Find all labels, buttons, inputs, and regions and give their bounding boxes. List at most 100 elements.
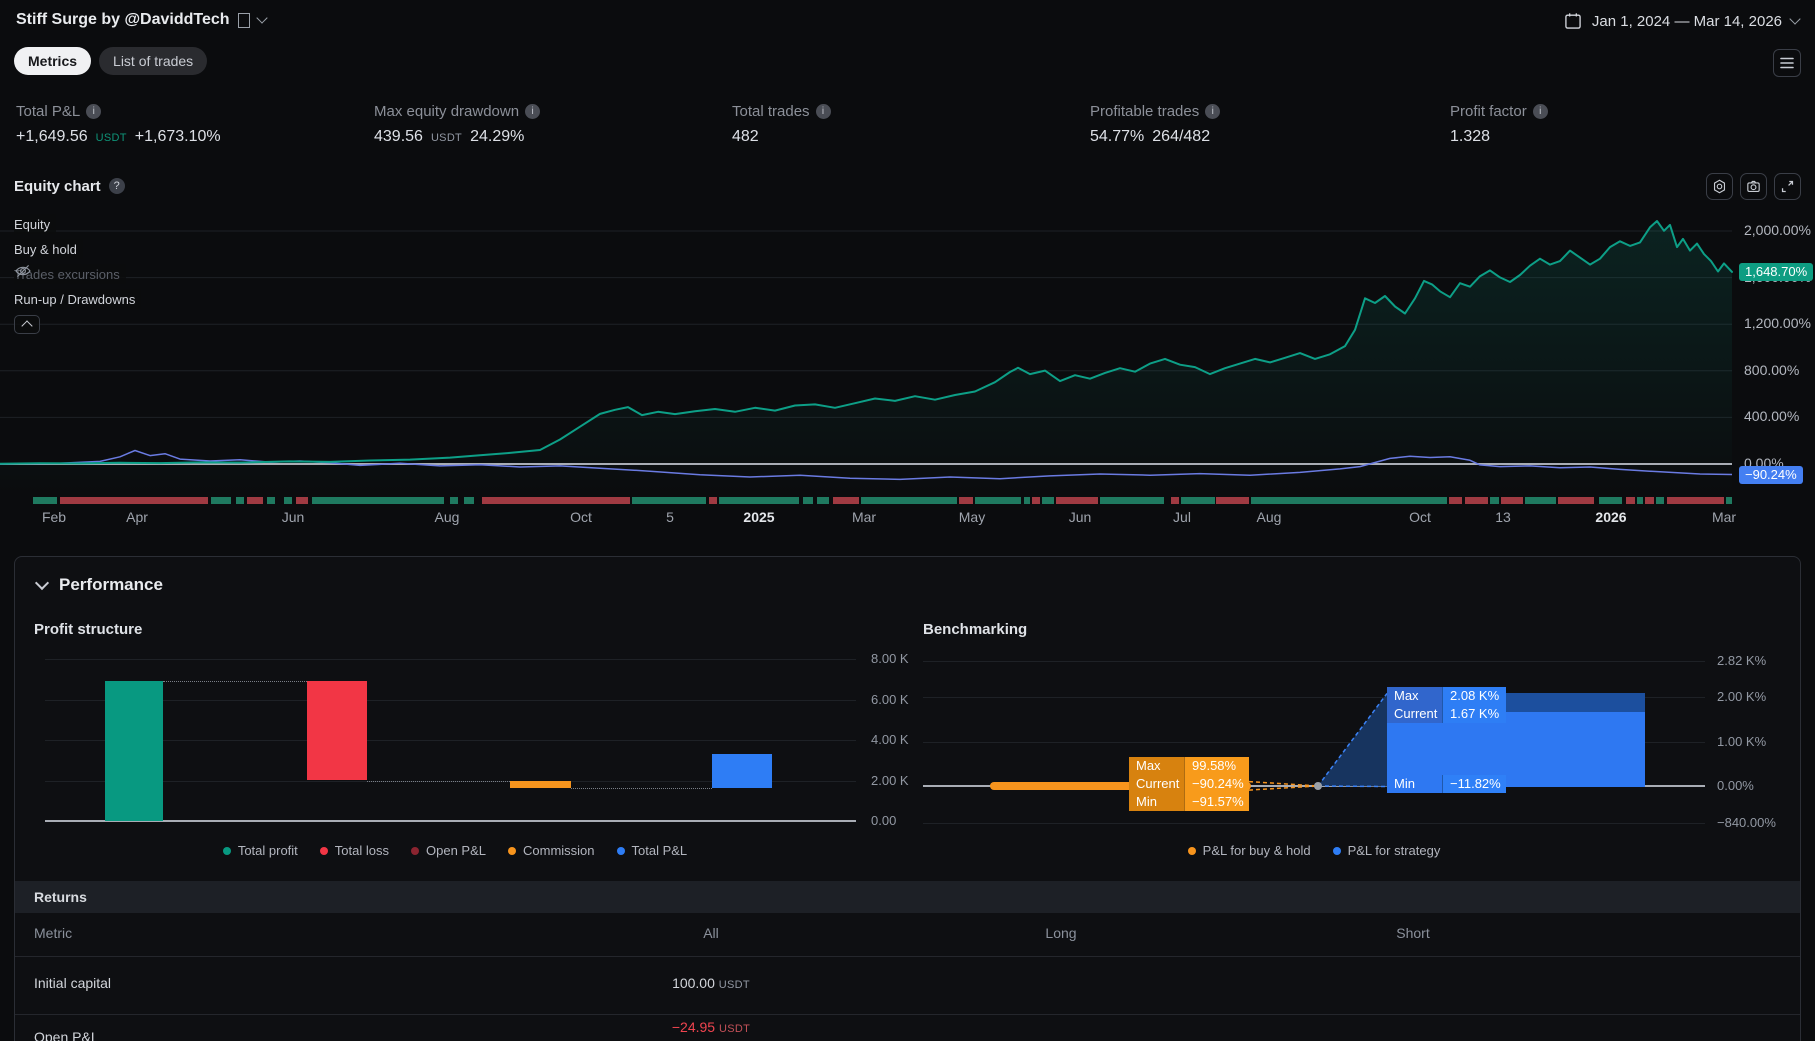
legend-dot <box>1333 847 1341 855</box>
metric-label: Profit factor i <box>1450 103 1548 120</box>
chevron-down-icon <box>256 12 267 23</box>
metric-value-extra: +1,673.10% <box>135 128 221 146</box>
legend-item: Total P&L <box>617 843 688 858</box>
waterfall-connector <box>163 681 307 682</box>
strip-segment-loss <box>1645 497 1654 504</box>
profit-axis-label: 0.00 <box>871 813 896 828</box>
legend-item: Open P&L <box>411 843 486 858</box>
legend-label: P&L for buy & hold <box>1203 843 1311 858</box>
strip-segment-loss <box>709 497 717 504</box>
value-unit: USDT <box>719 1023 750 1035</box>
profit-axis-label: 2.00 K <box>871 773 909 788</box>
waterfall-bar-total-p-l <box>712 754 772 787</box>
x-axis-label: Aug <box>435 509 460 525</box>
metric-label-text: Max equity drawdown <box>374 103 519 120</box>
metric-profit-factor: Profit factori1.328 <box>1450 103 1548 146</box>
legend-dot <box>411 847 419 855</box>
column-header-long: Long <box>1045 925 1076 941</box>
strip-segment-win <box>719 497 799 504</box>
strip-segment-loss <box>247 497 263 504</box>
legend-item-equity[interactable]: Equity <box>14 214 56 234</box>
bench-buyhold-row-value: 99.58% <box>1184 757 1249 775</box>
equity-chart-canvas <box>0 185 1815 537</box>
strip-segment-win <box>464 497 474 504</box>
strip-segment-win <box>1100 497 1164 504</box>
bench-axis-label: 1.00 K% <box>1717 734 1766 749</box>
info-icon[interactable]: i <box>1533 104 1548 119</box>
bench-axis-label: 0.00% <box>1717 778 1754 793</box>
waterfall-connector <box>367 781 510 782</box>
legend-item-buy-hold[interactable]: Buy & hold <box>14 239 83 259</box>
performance-card: Performance Profit structure Benchmarkin… <box>14 556 1801 1041</box>
view-tabs: Metrics List of trades <box>14 47 207 75</box>
value: 100.00 <box>672 975 719 991</box>
tab-list-of-trades[interactable]: List of trades <box>99 47 207 75</box>
info-icon[interactable]: i <box>86 104 101 119</box>
legend-item: Total profit <box>223 843 298 858</box>
legend-dot <box>320 847 328 855</box>
strip-segment-loss <box>1501 497 1523 504</box>
layout-menu-button[interactable] <box>1773 49 1801 77</box>
x-axis-label: 5 <box>666 509 674 525</box>
benchmarking-title: Benchmarking <box>923 621 1027 638</box>
strip-segment-win <box>1637 497 1643 504</box>
performance-title: Performance <box>59 575 163 595</box>
calendar-icon <box>1563 11 1583 31</box>
strip-segment-win <box>211 497 231 504</box>
bench-axis-label: 2.82 K% <box>1717 653 1766 668</box>
profit-gridline <box>45 700 856 701</box>
bench-buyhold-row-value: −90.24% <box>1184 775 1249 793</box>
value: −24.95 <box>672 1019 719 1035</box>
bench-strategy-min-label: Min <box>1387 775 1442 793</box>
waterfall-connector <box>571 788 712 789</box>
date-range-picker[interactable]: Jan 1, 2024 — Mar 14, 2026 <box>1563 11 1799 31</box>
strip-segment-loss <box>1667 497 1724 504</box>
x-axis-label: May <box>959 509 985 525</box>
legend-item-run-up-drawdowns[interactable]: Run-up / Drawdowns <box>14 289 141 309</box>
waterfall-bar-total-profit <box>105 681 163 821</box>
tab-metrics[interactable]: Metrics <box>14 47 91 75</box>
strip-segment-win <box>803 497 813 504</box>
collapse-chart-button[interactable] <box>14 315 40 334</box>
strategy-title-dropdown[interactable]: Stiff Surge by @DaviddTech <box>16 11 266 29</box>
metric-label-text: Profit factor <box>1450 103 1527 120</box>
performance-section-toggle[interactable]: Performance <box>37 575 163 595</box>
info-icon[interactable]: i <box>1205 104 1220 119</box>
metric-value-extra: 24.29% <box>470 128 524 146</box>
legend-dot <box>508 847 516 855</box>
profit-structure-legend: Total profitTotal lossOpen P&LCommission… <box>45 843 865 858</box>
bench-strategy-row-value: 1.67 K% <box>1442 705 1506 723</box>
profit-axis-label: 8.00 K <box>871 651 909 666</box>
bench-strategy-row-label: Max <box>1387 687 1442 705</box>
legend-label: Run-up / Drawdowns <box>14 292 135 307</box>
metric-profitable-trades: Profitable tradesi54.77%264/482 <box>1090 103 1220 146</box>
metric-total-p-l: Total P&Li+1,649.56USDT+1,673.10% <box>16 103 221 146</box>
eye-off-icon[interactable] <box>14 264 32 278</box>
info-icon[interactable]: i <box>525 104 540 119</box>
strip-segment-loss <box>833 497 859 504</box>
strip-segment-loss <box>1626 497 1635 504</box>
x-axis-label: 2025 <box>743 509 774 525</box>
bench-buyhold-row-label: Max <box>1129 757 1184 775</box>
bench-gridline <box>923 661 1705 662</box>
benchmark-overlay <box>15 557 1801 1041</box>
info-icon[interactable]: i <box>816 104 831 119</box>
x-axis-label: Mar <box>1712 509 1736 525</box>
profit-structure-title: Profit structure <box>34 621 142 638</box>
metric-value-extra: 264/482 <box>1152 128 1210 146</box>
legend-item-trades-excursions[interactable]: Trades excursions <box>14 264 126 284</box>
legend-item: P&L for strategy <box>1333 843 1441 858</box>
bench-gridline <box>923 823 1705 824</box>
strategy-title: Stiff Surge by @DaviddTech <box>16 11 230 29</box>
x-axis-label: Jun <box>282 509 305 525</box>
waterfall-bar-commission <box>510 781 571 788</box>
x-axis-label: Oct <box>570 509 592 525</box>
chevron-down-icon <box>1789 13 1800 24</box>
unknown-glyph <box>238 13 250 28</box>
row-metric-label: Initial capital <box>34 975 111 991</box>
strip-segment-loss <box>60 497 208 504</box>
column-header-metric: Metric <box>34 925 72 941</box>
y-axis-label: 2,000.00% <box>1744 222 1811 238</box>
legend-item: Total loss <box>320 843 389 858</box>
bench-axis-label: −840.00% <box>1717 815 1776 830</box>
